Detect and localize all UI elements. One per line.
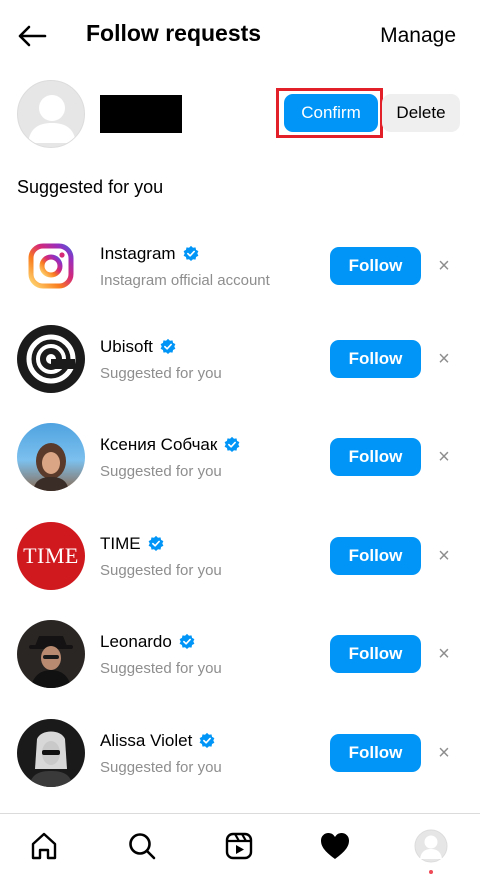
follow-button[interactable]: Follow xyxy=(330,438,421,476)
follow-button[interactable]: Follow xyxy=(330,340,421,378)
follow-button[interactable]: Follow xyxy=(330,247,421,285)
confirm-button[interactable]: Confirm xyxy=(284,94,378,132)
account-subtitle: Instagram official account xyxy=(100,272,270,289)
list-item[interactable]: Leonardo Suggested for you Follow × xyxy=(0,606,480,704)
avatar[interactable] xyxy=(17,423,85,491)
default-avatar-icon[interactable] xyxy=(17,80,85,148)
close-icon[interactable]: × xyxy=(434,254,454,278)
profile-avatar-icon[interactable] xyxy=(413,828,449,864)
close-icon[interactable]: × xyxy=(434,445,454,469)
manage-button[interactable]: Manage xyxy=(380,24,456,48)
follow-button[interactable]: Follow xyxy=(330,635,421,673)
list-item[interactable]: Instagram Instagram official account Fol… xyxy=(0,218,480,316)
avatar[interactable] xyxy=(17,620,85,688)
page-title: Follow requests xyxy=(86,20,262,46)
back-button[interactable] xyxy=(14,20,50,52)
bottom-nav xyxy=(0,813,480,879)
close-icon[interactable]: × xyxy=(434,347,454,371)
account-name[interactable]: Ubisoft xyxy=(100,337,153,357)
close-icon[interactable]: × xyxy=(434,741,454,765)
verified-badge-icon xyxy=(224,436,240,453)
ubisoft-logo-icon[interactable] xyxy=(17,325,85,393)
follow-button[interactable]: Follow xyxy=(330,734,421,772)
account-name[interactable]: Instagram xyxy=(100,244,176,264)
delete-button[interactable]: Delete xyxy=(382,94,460,132)
list-item[interactable]: TIME TIME Suggested for you Follow × xyxy=(0,508,480,606)
account-name[interactable]: TIME xyxy=(100,534,141,554)
follow-request-row: Confirm Delete xyxy=(0,78,480,150)
verified-badge-icon xyxy=(199,732,215,749)
account-name[interactable]: Leonardo xyxy=(100,632,172,652)
header: Follow requests Manage xyxy=(0,0,480,72)
follow-button[interactable]: Follow xyxy=(330,537,421,575)
account-name[interactable]: Alissa Violet xyxy=(100,731,192,751)
verified-badge-icon xyxy=(148,535,163,552)
arrow-left-icon xyxy=(18,25,47,47)
close-icon[interactable]: × xyxy=(434,544,454,568)
home-icon[interactable] xyxy=(26,828,62,864)
verified-badge-icon xyxy=(179,633,195,650)
account-subtitle: Suggested for you xyxy=(100,365,222,382)
list-item[interactable]: Ксения Собчак Suggested for you Follow × xyxy=(0,409,480,507)
account-subtitle: Suggested for you xyxy=(100,463,222,480)
list-item[interactable]: Ubisoft Suggested for you Follow × xyxy=(0,311,480,409)
avatar[interactable] xyxy=(17,719,85,787)
verified-badge-icon xyxy=(183,245,198,262)
time-logo-icon[interactable]: TIME xyxy=(17,522,85,590)
section-title: Suggested for you xyxy=(17,177,164,197)
search-icon[interactable] xyxy=(124,828,160,864)
instagram-logo-icon[interactable] xyxy=(17,232,85,300)
logo-text: TIME xyxy=(23,543,79,568)
redacted-username xyxy=(100,95,182,133)
notification-dot xyxy=(429,870,433,874)
verified-badge-icon xyxy=(160,338,176,355)
reels-icon[interactable] xyxy=(221,828,257,864)
list-item[interactable]: Alissa Violet Suggested for you Follow × xyxy=(0,705,480,803)
account-subtitle: Suggested for you xyxy=(100,660,222,677)
account-name[interactable]: Ксения Собчак xyxy=(100,435,217,455)
account-subtitle: Suggested for you xyxy=(100,562,222,579)
account-subtitle: Suggested for you xyxy=(100,759,222,776)
close-icon[interactable]: × xyxy=(434,642,454,666)
heart-icon[interactable] xyxy=(317,828,353,864)
